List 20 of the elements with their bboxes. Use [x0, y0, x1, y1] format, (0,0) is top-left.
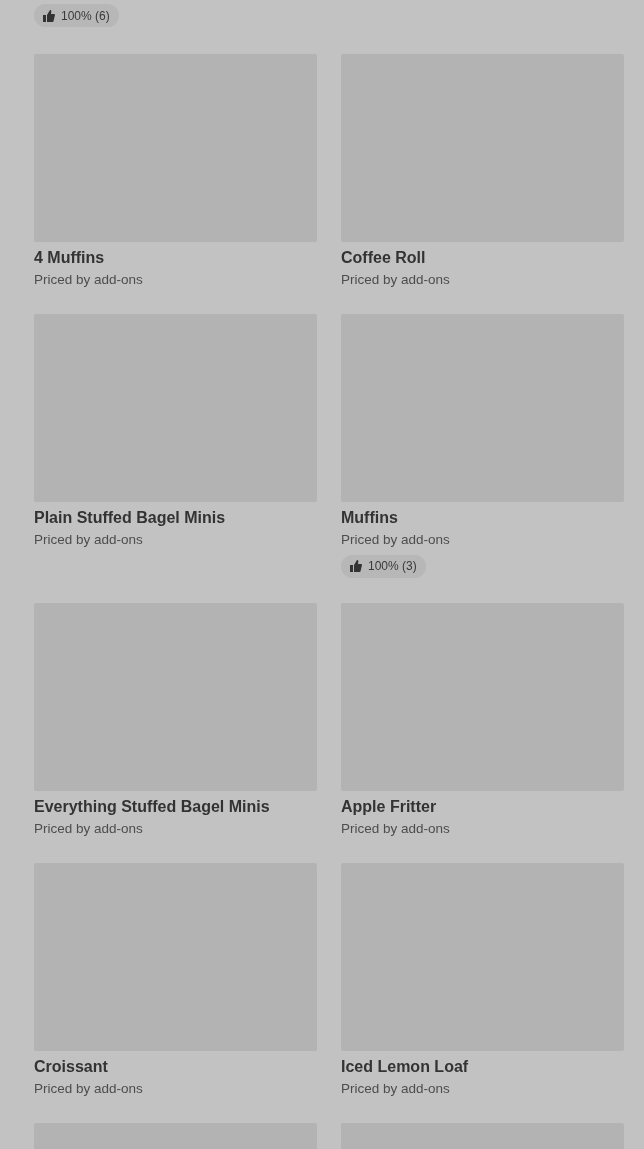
price-note: Priced by add-ons	[34, 270, 144, 289]
price-note: Priced by add-ons	[34, 820, 144, 838]
product-name[interactable]: Apple Fritter	[341, 796, 624, 818]
price-note: Priced by add-ons	[341, 530, 451, 549]
product-name[interactable]: Everything Stuffed Bagel Minis	[34, 796, 317, 818]
thumbs-up-icon	[350, 560, 362, 572]
price-note: Priced by add-ons	[341, 1080, 451, 1098]
rating-badge: 100% (3)	[341, 554, 426, 578]
rating-badge: 100% (6)	[34, 4, 119, 27]
product-name[interactable]: Plain Stuffed Bagel Minis	[34, 506, 317, 529]
product-name[interactable]: 4 Muffins	[34, 246, 317, 269]
price-note: Priced by add-ons	[34, 1080, 144, 1098]
price-note: Priced by add-ons	[341, 270, 451, 289]
product-name[interactable]: Iced Lemon Loaf	[341, 1056, 624, 1078]
thumbs-up-icon	[43, 9, 55, 22]
product-name[interactable]: Coffee Roll	[341, 246, 624, 269]
product-name[interactable]: Croissant	[34, 1056, 317, 1078]
product-name[interactable]: Muffins	[341, 506, 624, 529]
price-note: Priced by add-ons	[341, 820, 451, 838]
price-note: Priced by add-ons	[34, 530, 144, 549]
